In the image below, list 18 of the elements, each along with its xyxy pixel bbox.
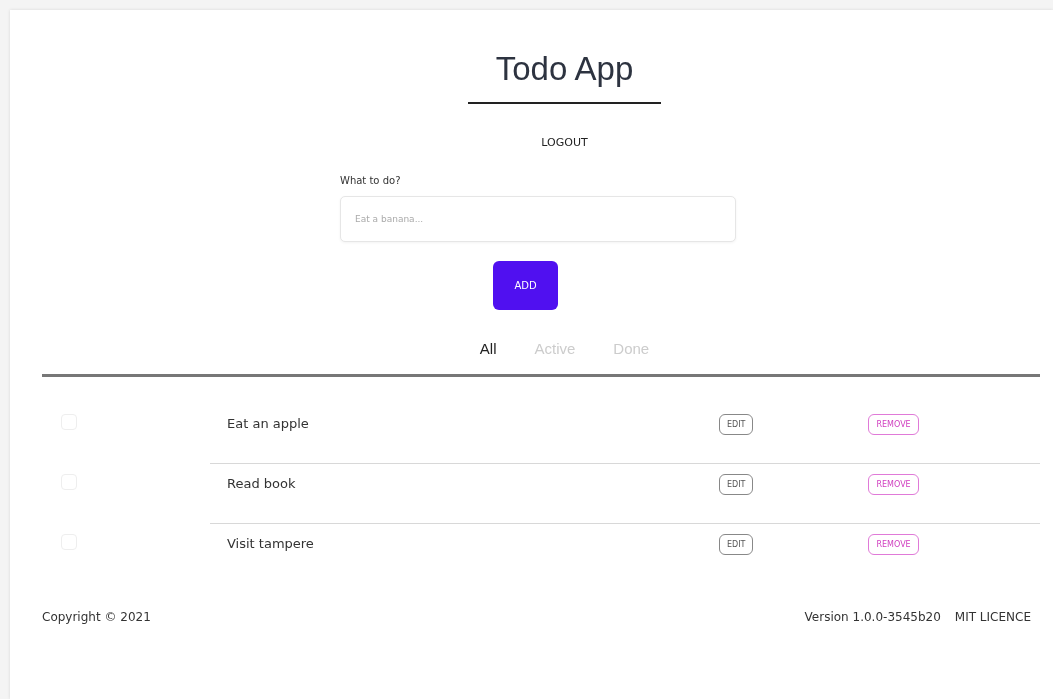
todo-text: Visit tampere xyxy=(227,535,315,551)
edit-button[interactable]: EDIT xyxy=(719,534,754,555)
todo-text: Eat an apple xyxy=(227,415,310,431)
app-title: Todo App xyxy=(467,50,662,104)
logout-button[interactable]: LOGOUT xyxy=(533,132,596,153)
remove-button[interactable]: REMOVE xyxy=(868,534,919,555)
add-button[interactable]: ADD xyxy=(493,261,558,310)
filter-tab[interactable]: All xyxy=(473,336,503,361)
remove-button[interactable]: REMOVE xyxy=(868,414,919,435)
edit-button[interactable]: EDIT xyxy=(719,474,754,495)
version-text: Version 1.0.0-3545b20 xyxy=(804,610,941,624)
remove-button[interactable]: REMOVE xyxy=(868,474,919,495)
licence-link[interactable]: MIT LICENCE xyxy=(954,610,1031,624)
field-label: What to do? xyxy=(340,175,402,186)
todo-text: Read book xyxy=(227,475,297,491)
copyright-text: Copyright © 2021 xyxy=(42,610,151,624)
todo-input-field[interactable]: Eat a banana... xyxy=(340,196,736,242)
edit-button[interactable]: EDIT xyxy=(719,414,754,435)
